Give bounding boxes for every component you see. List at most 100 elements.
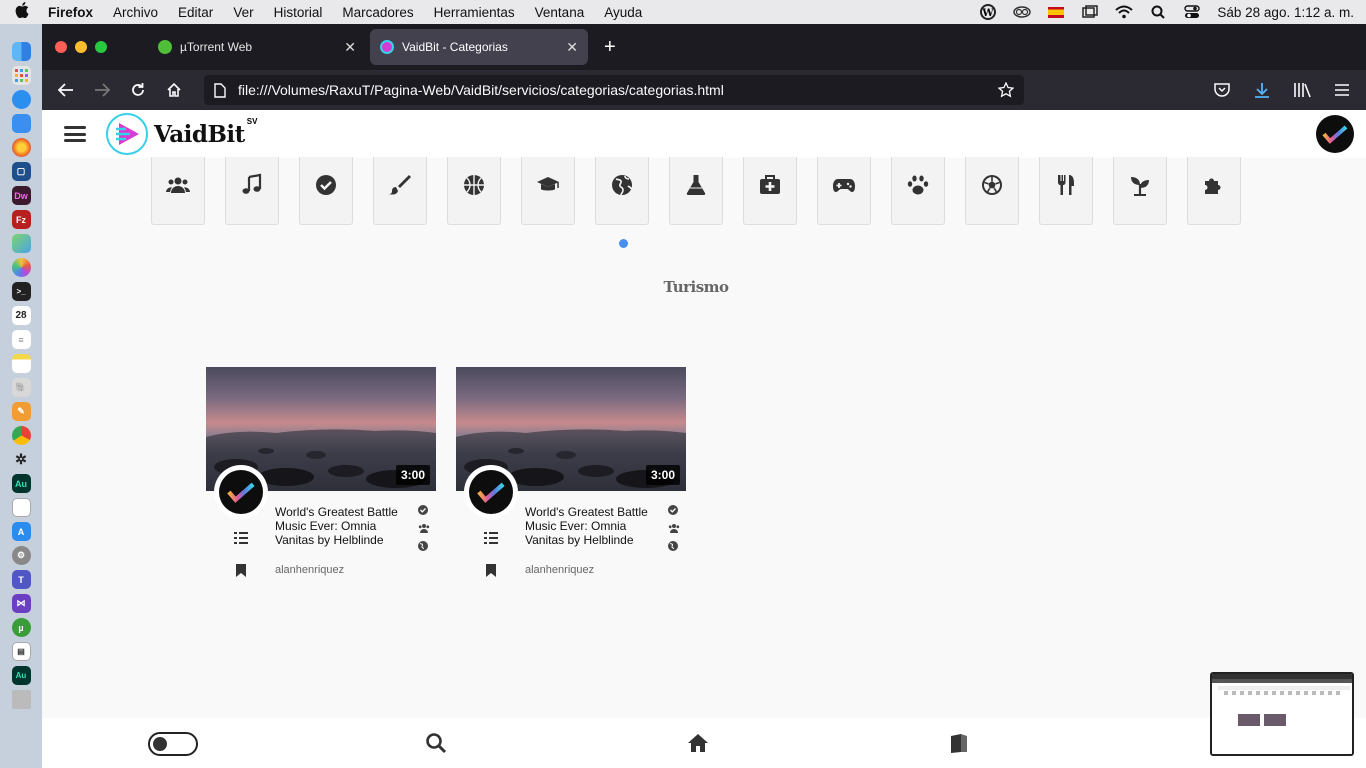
launchpad-icon[interactable] xyxy=(11,66,31,85)
menu-editar[interactable]: Editar xyxy=(168,5,223,20)
menu-ventana[interactable]: Ventana xyxy=(525,5,595,20)
reload-button[interactable] xyxy=(120,75,156,105)
maps-icon[interactable] xyxy=(11,234,31,253)
creative-cloud-icon[interactable] xyxy=(1013,5,1032,19)
video-title[interactable]: World's Greatest Battle Music Ever: Omni… xyxy=(275,505,405,547)
calendar-icon[interactable]: 28 xyxy=(11,306,31,325)
tab-utorrent[interactable]: µTorrent Web ✕ xyxy=(148,29,366,65)
menu-historial[interactable]: Historial xyxy=(264,5,333,20)
app-store-icon[interactable]: A xyxy=(11,522,31,541)
zoom-window-button[interactable] xyxy=(95,41,107,53)
firefox-icon[interactable] xyxy=(11,138,31,157)
channel-avatar[interactable] xyxy=(464,465,518,519)
audition-file-icon[interactable]: Au xyxy=(11,666,31,685)
new-tab-button[interactable]: + xyxy=(604,36,616,59)
trash-icon[interactable] xyxy=(11,690,31,709)
video-author[interactable]: alanhenriquez xyxy=(275,564,344,576)
spotlight-search-icon[interactable] xyxy=(1149,5,1167,19)
user-avatar[interactable] xyxy=(1316,115,1354,153)
menubar-clock[interactable]: Sáb 28 ago. 1:12 a. m. xyxy=(1217,5,1354,20)
menu-ayuda[interactable]: Ayuda xyxy=(594,5,652,20)
app-menu-button[interactable] xyxy=(1324,75,1360,105)
notes-icon[interactable] xyxy=(11,354,31,373)
category-sports-basketball[interactable] xyxy=(447,157,501,225)
photos-icon[interactable] xyxy=(11,258,31,277)
bookmark-button[interactable] xyxy=(236,564,246,582)
menu-archivo[interactable]: Archivo xyxy=(103,5,168,20)
category-health[interactable] xyxy=(743,157,797,225)
category-football[interactable] xyxy=(965,157,1019,225)
category-science[interactable] xyxy=(669,157,723,225)
category-travel[interactable] xyxy=(595,157,649,225)
minimize-window-button[interactable] xyxy=(75,41,87,53)
anaconda-icon[interactable]: ✲ xyxy=(12,450,31,469)
playlist-button[interactable] xyxy=(234,531,248,549)
category-gaming[interactable] xyxy=(817,157,871,225)
video-title[interactable]: World's Greatest Battle Music Ever: Omni… xyxy=(525,505,655,547)
category-verified[interactable] xyxy=(299,157,353,225)
category-animals[interactable] xyxy=(891,157,945,225)
theme-toggle[interactable] xyxy=(148,732,198,756)
screenshot-preview[interactable] xyxy=(1210,672,1354,756)
site-menu-button[interactable] xyxy=(64,126,86,142)
file-icon[interactable]: ▤ xyxy=(11,642,31,661)
category-nature[interactable] xyxy=(1113,157,1167,225)
utorrent-icon[interactable]: µ xyxy=(11,618,31,637)
bookmark-button[interactable] xyxy=(486,564,496,582)
visual-studio-icon[interactable]: ⋈ xyxy=(11,594,31,613)
terminal-icon[interactable]: >_ xyxy=(11,282,31,301)
downloads-button[interactable] xyxy=(1244,75,1280,105)
teamviewer-icon[interactable]: ▢ xyxy=(11,162,31,181)
forward-button[interactable] xyxy=(84,75,120,105)
address-bar[interactable]: file:///Volumes/RaxuT/Pagina-Web/VaidBit… xyxy=(204,75,1024,105)
wifi-icon[interactable] xyxy=(1115,5,1134,19)
category-art[interactable] xyxy=(373,157,427,225)
category-music[interactable] xyxy=(225,157,279,225)
back-button[interactable] xyxy=(48,75,84,105)
search-button[interactable] xyxy=(425,732,447,754)
tab-vaidbit[interactable]: VaidBit - Categorias ✕ xyxy=(370,29,588,65)
url-text[interactable]: file:///Volumes/RaxuT/Pagina-Web/VaidBit… xyxy=(238,82,986,98)
input-source-flag-icon[interactable] xyxy=(1047,5,1065,19)
video-card[interactable]: 3:00 World's Greatest Battle Music Ever:… xyxy=(456,367,686,587)
category-education[interactable] xyxy=(521,157,575,225)
control-center-icon[interactable] xyxy=(1183,5,1201,19)
library-nav-button[interactable] xyxy=(948,732,970,754)
chrome-icon[interactable] xyxy=(11,426,31,445)
playlist-button[interactable] xyxy=(484,531,498,549)
dreamweaver-icon[interactable]: Dw xyxy=(11,186,31,205)
wordpress-icon[interactable]: W xyxy=(979,4,997,20)
document-icon[interactable] xyxy=(11,498,31,517)
mail-icon[interactable] xyxy=(11,114,31,133)
mission-control-icon[interactable] xyxy=(1081,5,1099,19)
category-users[interactable] xyxy=(151,157,205,225)
channel-avatar[interactable] xyxy=(214,465,268,519)
library-button[interactable] xyxy=(1284,75,1320,105)
menu-marcadores[interactable]: Marcadores xyxy=(332,5,423,20)
reminders-icon[interactable]: ≡ xyxy=(11,330,31,349)
home-nav-button[interactable] xyxy=(687,732,709,754)
video-card[interactable]: 3:00 World's Greatest Battle Music Ever:… xyxy=(206,367,436,587)
finder-icon[interactable] xyxy=(11,42,31,61)
menu-herramientas[interactable]: Herramientas xyxy=(424,5,525,20)
close-tab-icon[interactable]: ✕ xyxy=(344,39,356,56)
pages-icon[interactable]: ✎ xyxy=(11,402,31,421)
mamp-icon[interactable]: 🐘 xyxy=(11,378,31,397)
menu-ver[interactable]: Ver xyxy=(223,5,263,20)
filezilla-icon[interactable]: Fz xyxy=(11,210,31,229)
home-button[interactable] xyxy=(156,75,192,105)
menu-app-name[interactable]: Firefox xyxy=(44,5,103,20)
safari-icon[interactable] xyxy=(11,90,31,109)
site-logo[interactable]: VaidBit SV xyxy=(106,113,257,155)
category-food[interactable] xyxy=(1039,157,1093,225)
video-author[interactable]: alanhenriquez xyxy=(525,564,594,576)
system-preferences-icon[interactable]: ⚙ xyxy=(11,546,31,565)
pocket-button[interactable] xyxy=(1204,75,1240,105)
audition-icon[interactable]: Au xyxy=(11,474,31,493)
close-window-button[interactable] xyxy=(55,41,67,53)
teams-icon[interactable]: T xyxy=(11,570,31,589)
bookmark-star-icon[interactable] xyxy=(998,82,1014,98)
close-tab-icon[interactable]: ✕ xyxy=(566,39,578,56)
category-other[interactable] xyxy=(1187,157,1241,225)
apple-menu-icon[interactable] xyxy=(0,2,44,22)
